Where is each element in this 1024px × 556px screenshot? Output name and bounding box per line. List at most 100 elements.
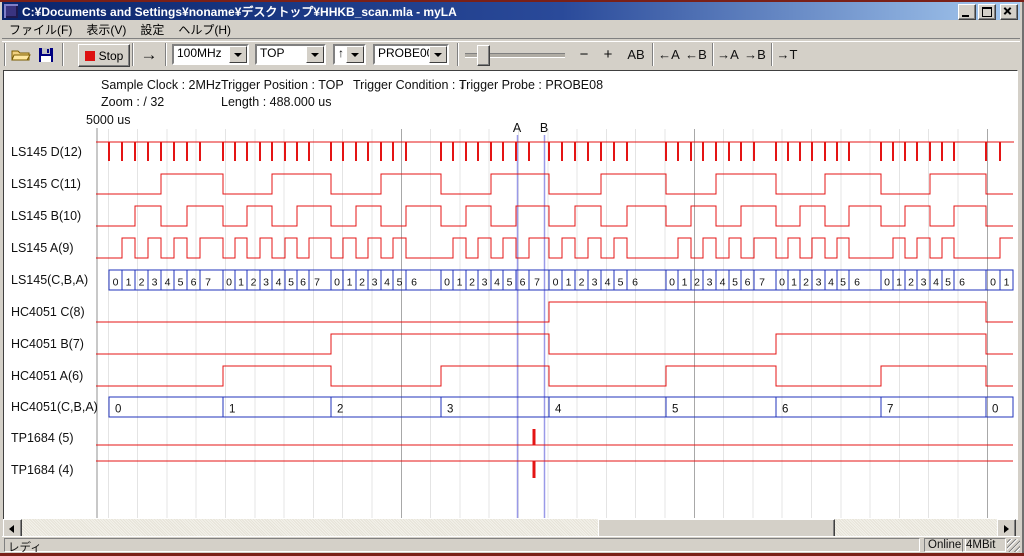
svg-text:1: 1 [238,277,244,289]
stop-icon [85,51,95,61]
zoom-slider-handle[interactable] [477,45,490,66]
sample-clock-select[interactable]: 100MHz [172,44,249,65]
maximize-button[interactable] [978,4,996,20]
resize-grip[interactable] [1007,539,1020,552]
channel-row-ls145-c-b-a-: 0123456701234567012345601234567012345601… [109,270,1013,290]
goto-trigger-button[interactable]: →T [774,44,800,65]
svg-text:6: 6 [411,277,417,289]
zoom-in-button[interactable]: + [598,44,618,65]
close-button[interactable] [1000,4,1018,20]
channel-label: HC4051(C,B,A) [11,400,98,414]
svg-text:1: 1 [1004,277,1010,289]
minimize-icon [962,15,969,17]
channel-label: HC4051 A(6) [11,369,83,383]
dropdown-button[interactable] [429,46,447,63]
goto-cursor-b-left-button[interactable]: ←B [683,44,709,65]
channel-label: HC4051 C(8) [11,305,85,319]
channel-label: LS145 D(12) [11,145,82,159]
svg-text:2: 2 [139,277,145,289]
svg-text:3: 3 [482,277,488,289]
svg-text:4: 4 [276,277,282,289]
zoom-ab-button[interactable]: AB [623,44,649,65]
trigger-edge-select[interactable]: ↑ [333,44,366,65]
channel-row-tp1684-5- [96,429,1013,445]
svg-text:4: 4 [555,404,562,416]
menu-help[interactable]: ヘルプ(H) [171,20,238,39]
svg-text:1: 1 [347,277,353,289]
toolbar-separator [132,43,134,66]
info-trigger-position: Trigger Position : TOP [221,78,344,92]
svg-text:3: 3 [816,277,822,289]
menu-view[interactable]: 表示(V) [79,20,133,39]
channel-row-hc4051-c-8- [96,302,1013,322]
window-title: C:¥Documents and Settings¥noname¥デスクトップ¥… [22,3,457,20]
trigger-probe-select[interactable]: PROBE00 [373,44,449,65]
svg-text:1: 1 [229,404,235,416]
svg-text:3: 3 [152,277,158,289]
horizontal-scrollbar[interactable] [3,519,1016,537]
svg-text:0: 0 [115,404,121,416]
trigger-position-value: TOP [257,45,287,61]
svg-text:2: 2 [469,277,475,289]
svg-text:2: 2 [579,277,585,289]
svg-text:4: 4 [720,277,726,289]
info-trigger-probe: Trigger Probe : PROBE08 [459,78,603,92]
toolbar: Stop → 100MHz TOP ↑ PROBE00 − + AB [2,40,1020,70]
svg-text:7: 7 [759,277,765,289]
chevron-down-icon [434,53,442,57]
svg-text:2: 2 [908,277,914,289]
toolbar-separator [712,43,714,66]
trigger-probe-value: PROBE00 [375,45,436,61]
svg-text:3: 3 [707,277,713,289]
svg-text:6: 6 [300,277,306,289]
dropdown-button[interactable] [306,46,324,63]
svg-text:0: 0 [444,277,450,289]
svg-text:7: 7 [534,277,540,289]
svg-text:0: 0 [113,277,119,289]
svg-text:0: 0 [334,277,340,289]
app-icon[interactable] [4,4,18,18]
minimize-button[interactable] [958,4,976,20]
info-trigger-condition: Trigger Condition : ↓ [353,78,465,92]
channel-label: TP1684 (4) [11,463,74,477]
svg-text:0: 0 [990,277,996,289]
info-length: Length : 488.000 us [221,95,332,109]
status-message: レディ [4,538,920,552]
grid [97,128,987,518]
stop-button[interactable]: Stop [78,44,130,67]
svg-text:3: 3 [372,277,378,289]
svg-text:1: 1 [457,277,463,289]
open-folder-icon [11,47,31,62]
save-file-button[interactable] [35,44,57,65]
goto-cursor-a-left-button[interactable]: ←A [656,44,682,65]
trigger-position-select[interactable]: TOP [255,44,326,65]
svg-text:3: 3 [447,404,453,416]
maximize-icon [982,7,992,17]
svg-text:2: 2 [694,277,700,289]
open-file-button[interactable] [10,44,32,65]
dropdown-button[interactable] [229,46,247,63]
cursor-b-label: B [537,121,551,135]
goto-cursor-b-right-button[interactable]: →B [742,44,768,65]
svg-text:7: 7 [887,404,893,416]
toolbar-separator [457,43,459,66]
goto-cursor-a-right-button[interactable]: →A [715,44,741,65]
menu-file[interactable]: ファイル(F) [2,20,79,39]
run-button[interactable]: → [136,44,162,65]
title-bar: C:¥Documents and Settings¥noname¥デスクトップ¥… [2,2,1020,20]
channel-row-ls145-b-10- [96,206,1013,226]
svg-text:7: 7 [314,277,320,289]
svg-text:7: 7 [205,277,211,289]
waveform-canvas: 0123456701234567012345601234567012345601… [4,71,1017,519]
svg-text:4: 4 [494,277,500,289]
sample-clock-value: 100MHz [174,45,225,61]
dropdown-button[interactable] [346,46,364,63]
status-online-badge: Online [924,538,966,552]
zoom-out-button[interactable]: − [574,44,594,65]
svg-text:3: 3 [921,277,927,289]
svg-text:0: 0 [884,277,890,289]
svg-text:3: 3 [263,277,269,289]
menu-settings[interactable]: 設定 [133,20,171,39]
save-floppy-icon [38,47,54,63]
svg-text:6: 6 [191,277,197,289]
